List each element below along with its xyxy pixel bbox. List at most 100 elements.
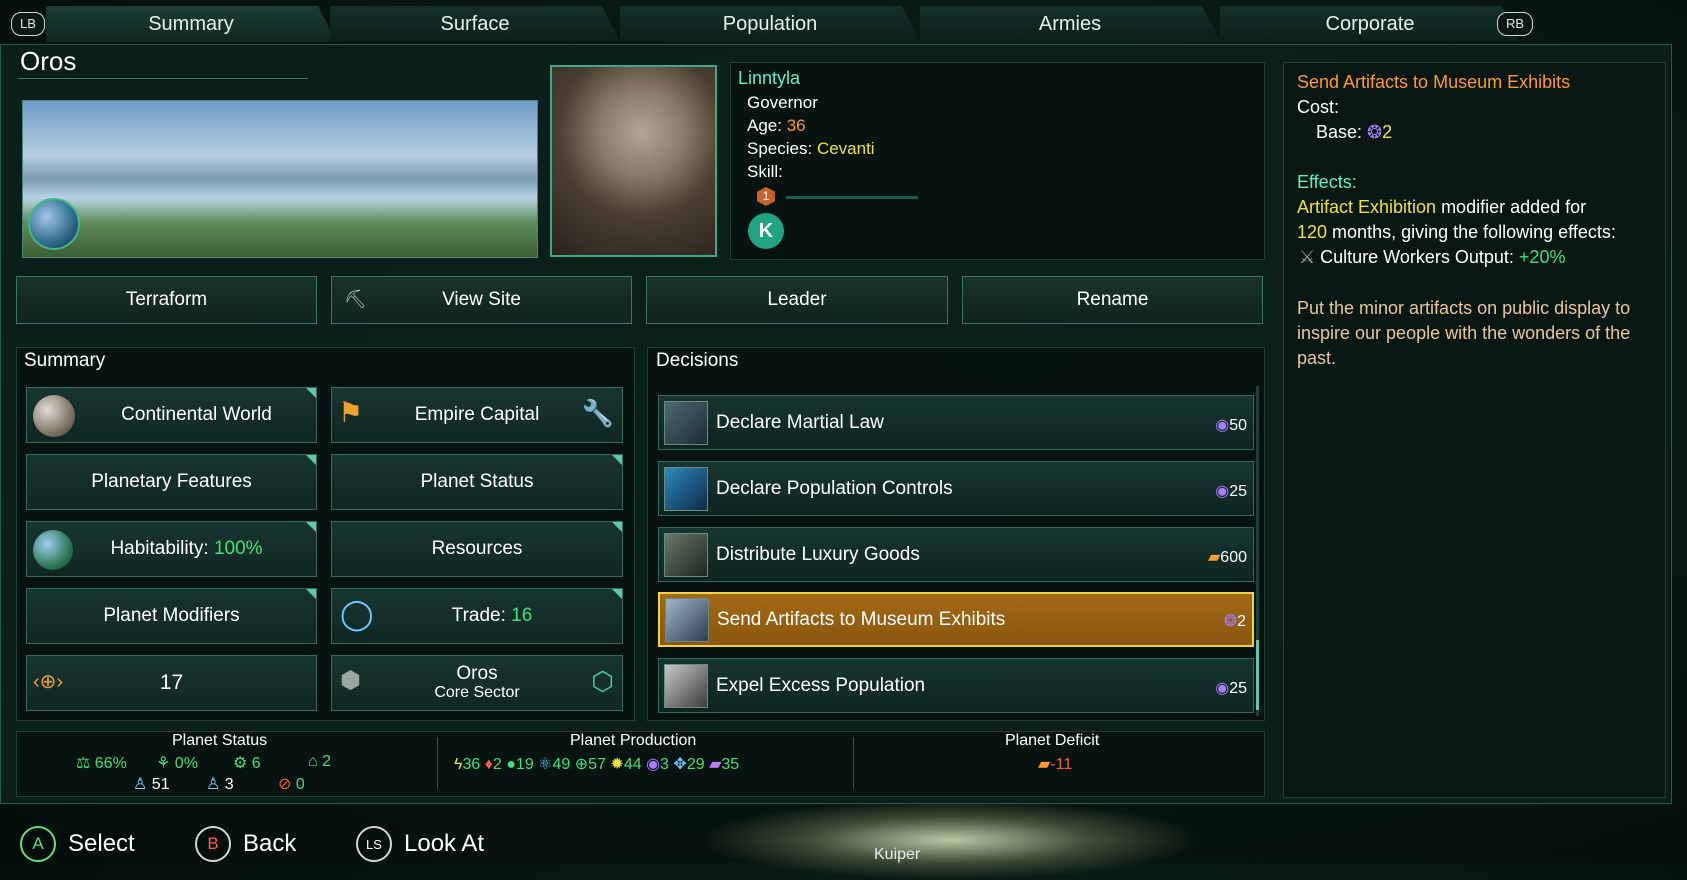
empire-capital-card[interactable]: ⚑ Empire Capital 🔧: [331, 387, 623, 443]
select-control[interactable]: A Select: [20, 826, 135, 862]
deficit-stat[interactable]: ▰-11: [1038, 754, 1072, 774]
card-corner: [306, 522, 316, 532]
governor-portrait[interactable]: [550, 65, 717, 257]
terraform-label: Terraform: [125, 289, 208, 310]
decisions-scrollbar-thumb[interactable]: [1256, 640, 1259, 710]
lb-button[interactable]: LB: [11, 12, 45, 36]
name-underline: [18, 78, 308, 79]
decision-cost: ◉25: [1215, 678, 1247, 698]
unity-icon: ◉: [1215, 483, 1230, 500]
stability-stat[interactable]: ⚖ 66%: [76, 753, 127, 773]
resources-label: Resources: [431, 538, 523, 559]
continental-planet-icon: [33, 395, 75, 437]
view-site-button[interactable]: ⛏ View Site: [331, 276, 632, 324]
decision-luxury-goods[interactable]: Distribute Luxury Goods ▰600: [658, 527, 1254, 582]
decisions-title: Decisions: [656, 350, 739, 371]
planet-size-card[interactable]: ‹⊕› 17: [26, 655, 317, 711]
cost-value: 25: [1229, 680, 1247, 697]
leader-age: Age: 36: [747, 116, 806, 136]
back-control[interactable]: B Back: [195, 826, 296, 862]
planet-globe-icon: [28, 198, 80, 250]
continental-world-card[interactable]: Continental World: [26, 387, 317, 443]
habitability-card[interactable]: Habitability: 100%: [26, 521, 317, 577]
planet-modifiers-card[interactable]: Planet Modifiers: [26, 588, 317, 644]
decision-martial-law[interactable]: Declare Martial Law ◉50: [658, 395, 1254, 450]
unemployed-stat[interactable]: ♙ 3: [206, 774, 234, 794]
planet-status-card[interactable]: Planet Status: [331, 454, 623, 510]
sector-subtitle: Core Sector: [434, 684, 520, 701]
effect-label: Culture Workers Output:: [1320, 247, 1514, 267]
capital-icon: ⚑: [338, 397, 364, 428]
look-at-control[interactable]: LS Look At: [356, 826, 484, 862]
terraform-button[interactable]: Terraform: [16, 276, 317, 324]
planet-status-label: Planet Status: [420, 471, 534, 492]
luxury-goods-icon: [664, 532, 708, 577]
sector-card[interactable]: ⬢ Oros Core Sector ⬡: [331, 655, 623, 711]
habitability-icon: [33, 530, 73, 570]
leader-role: Governor: [747, 93, 818, 112]
cost-value: 600: [1220, 549, 1247, 566]
resources-card[interactable]: Resources: [331, 521, 623, 577]
pops-stat[interactable]: ♙ 51: [133, 774, 170, 794]
habitability-text: Habitability: 100%: [110, 538, 262, 560]
ls-label: LS: [366, 836, 382, 852]
museum-exhibits-icon: [665, 597, 709, 642]
tab-label: Corporate: [1325, 13, 1415, 35]
housing-stat[interactable]: ⌂ 2: [308, 753, 331, 771]
sector-icon: ⬢: [340, 667, 361, 694]
planet-landscape-image: [22, 100, 538, 258]
a-label: A: [32, 834, 44, 853]
card-corner: [612, 589, 622, 599]
decision-expel-population[interactable]: Expel Excess Population ◉25: [658, 658, 1254, 713]
alloys-value: 44: [623, 756, 642, 773]
leader-name: Linntyla: [738, 68, 801, 88]
stability-value: 66%: [94, 755, 127, 772]
tab-corporate[interactable]: Corporate: [1220, 6, 1520, 42]
dig-site-icon: ⛏: [344, 289, 367, 309]
age-label: Age:: [747, 116, 782, 135]
tab-population[interactable]: Population: [620, 6, 920, 42]
decision-label: Declare Population Controls: [716, 477, 953, 499]
tab-armies[interactable]: Armies: [920, 6, 1220, 42]
tab-surface[interactable]: Surface: [330, 6, 620, 42]
minerals-icon: ♦: [484, 756, 493, 773]
crime-stat[interactable]: ⚘ 0%: [156, 753, 198, 773]
leader-label: Leader: [767, 289, 827, 310]
consumer-goods-icon: ▰: [1038, 756, 1051, 773]
trade-icon: ✥: [673, 756, 687, 773]
crime-value: 0%: [174, 755, 198, 772]
rename-button[interactable]: Rename: [962, 276, 1263, 324]
decision-cost: ❂2: [1224, 611, 1246, 631]
planet-name[interactable]: Oros: [20, 46, 76, 77]
cost-value: 2: [1237, 613, 1246, 630]
rb-button[interactable]: RB: [1497, 12, 1534, 36]
deviancy-stat[interactable]: ⊘ 0: [278, 774, 305, 794]
empire-capital-label: Empire Capital: [414, 404, 540, 425]
wrench-icon: 🔧: [581, 398, 614, 428]
trade-card[interactable]: ◯ Trade: 16: [331, 588, 623, 644]
planet-status-title: Planet Status: [172, 732, 268, 749]
food-icon: ●: [506, 756, 516, 773]
tooltip-duration-line: 120 months, giving the following effects…: [1297, 222, 1616, 243]
decision-population-controls[interactable]: Declare Population Controls ◉25: [658, 461, 1254, 516]
cost-value: 25: [1229, 483, 1247, 500]
species-value: Cevanti: [816, 139, 875, 158]
planet-size-icon: ‹⊕›: [33, 671, 64, 693]
continental-label: Continental World: [121, 404, 272, 425]
card-corner: [306, 589, 316, 599]
leader-button[interactable]: Leader: [646, 276, 948, 324]
tab-summary[interactable]: Summary: [46, 6, 336, 42]
decision-museum-exhibits[interactable]: Send Artifacts to Museum Exhibits ❂2: [658, 592, 1254, 647]
decision-label: Distribute Luxury Goods: [716, 543, 920, 565]
planet-deficit-title: Planet Deficit: [1005, 732, 1100, 749]
trade-label: Trade:: [451, 605, 506, 626]
tab-label: Surface: [440, 13, 510, 35]
amenities-stat[interactable]: ⚙ 6: [233, 753, 261, 773]
back-label: Back: [243, 830, 297, 857]
energy-value: 36: [462, 756, 481, 773]
tab-bar: LB Summary Surface Population Armies Cor…: [0, 0, 1687, 44]
trade-value: 16: [511, 605, 533, 626]
trait-icon[interactable]: K: [748, 213, 784, 249]
planetary-features-card[interactable]: Planetary Features: [26, 454, 317, 510]
minor-artifacts-icon: ❂: [1367, 122, 1383, 142]
